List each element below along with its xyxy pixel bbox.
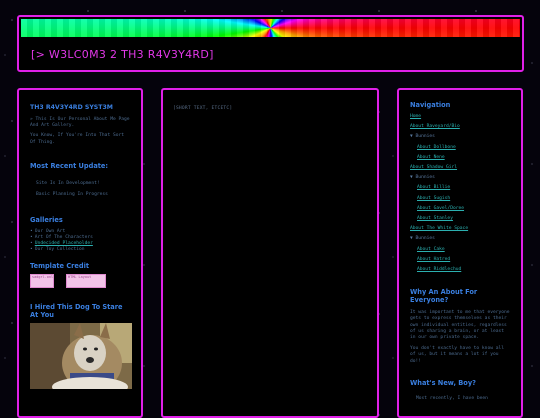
- nav-about-dollbone[interactable]: About Dollbone: [410, 143, 511, 153]
- left-sidebar: TH3 R4V3Y4RD SYST3M » This Is Our Person…: [17, 88, 143, 418]
- nav-category-toggle[interactable]: ▼ Bunnies: [410, 132, 511, 142]
- nav-about-hatred[interactable]: About Hatred: [410, 255, 511, 265]
- whats-new-heading: What's New, Boy?: [410, 378, 476, 387]
- bullet-icon: •: [30, 234, 33, 240]
- why-text: It was important to me that everyone get…: [410, 310, 510, 341]
- credit-badge-sadgrl[interactable]: sadgrl.onl: [30, 273, 54, 288]
- why-text-2: You don't exactly have to know all of us…: [410, 346, 505, 364]
- whats-new-text: Most recently, I have been: [416, 395, 488, 401]
- nav-about-white-space[interactable]: About The White Space: [410, 224, 511, 234]
- nav-about-stanley[interactable]: About Stanley: [410, 214, 511, 224]
- dog-photo: [30, 322, 132, 389]
- bullet-icon: •: [30, 240, 33, 246]
- right-sidebar: Navigation Home About Raveyard/Bio ▼ Bun…: [397, 88, 523, 418]
- nav-about-cake[interactable]: About Cake: [410, 245, 511, 255]
- galleries-list: • Our Own Art • Art Of The Characters • Und…: [30, 229, 132, 253]
- nav-about-shadow-girl[interactable]: About Shadow Girl: [410, 163, 511, 173]
- dog-heading: I Hired This Dog To Stare At You: [30, 302, 123, 319]
- bullet-icon: •: [30, 246, 33, 252]
- rainbow-banner-image: [21, 19, 520, 37]
- credit-badge-layout[interactable]: HTML Layout: [66, 273, 106, 288]
- credit-badges: sadgrl.onl HTML Layout: [30, 273, 132, 288]
- header-banner: [> W3LC0M3 2 TH3 R4V3Y4RD]: [17, 15, 524, 72]
- main-content: [SHORT TEXT, ETCETC]: [161, 88, 379, 418]
- dog-image-icon: [30, 322, 132, 389]
- nav-about-billie[interactable]: About Billie: [410, 183, 511, 193]
- nav-about-sugish[interactable]: About Sugish: [410, 194, 511, 204]
- bullet-icon: •: [30, 228, 33, 234]
- nav-about-raveyard[interactable]: About Raveyard/Bio: [410, 122, 511, 132]
- why-heading: Why An About For Everyone?: [410, 288, 478, 305]
- nav-about-nene[interactable]: About Nene: [410, 153, 511, 163]
- galleries-heading: Galleries: [30, 215, 63, 224]
- site-title: [> W3LC0M3 2 TH3 R4V3Y4RD]: [31, 48, 214, 61]
- update-heading: Most Recent Update:: [30, 161, 109, 170]
- nav-category-toggle[interactable]: ▼ Bunnies: [410, 234, 511, 244]
- intro-text: » This Is Our Personal About Me Page And…: [30, 117, 130, 129]
- content-placeholder-text: [SHORT TEXT, ETCETC]: [173, 106, 233, 111]
- nav-about-riddlechud[interactable]: About Riddlechud: [410, 265, 511, 275]
- nav-home[interactable]: Home: [410, 112, 511, 122]
- template-credit-heading: Template Credit: [30, 261, 90, 270]
- nav-category-toggle[interactable]: ▼ Bunnies: [410, 173, 511, 183]
- nav-about-gavel[interactable]: About Gavel/Doree: [410, 204, 511, 214]
- system-title: TH3 R4V3Y4RD SYST3M: [30, 104, 113, 111]
- intro-text-2: You Know, If You're Into That Sort Of Th…: [30, 133, 125, 145]
- navigation-heading: Navigation: [410, 101, 451, 109]
